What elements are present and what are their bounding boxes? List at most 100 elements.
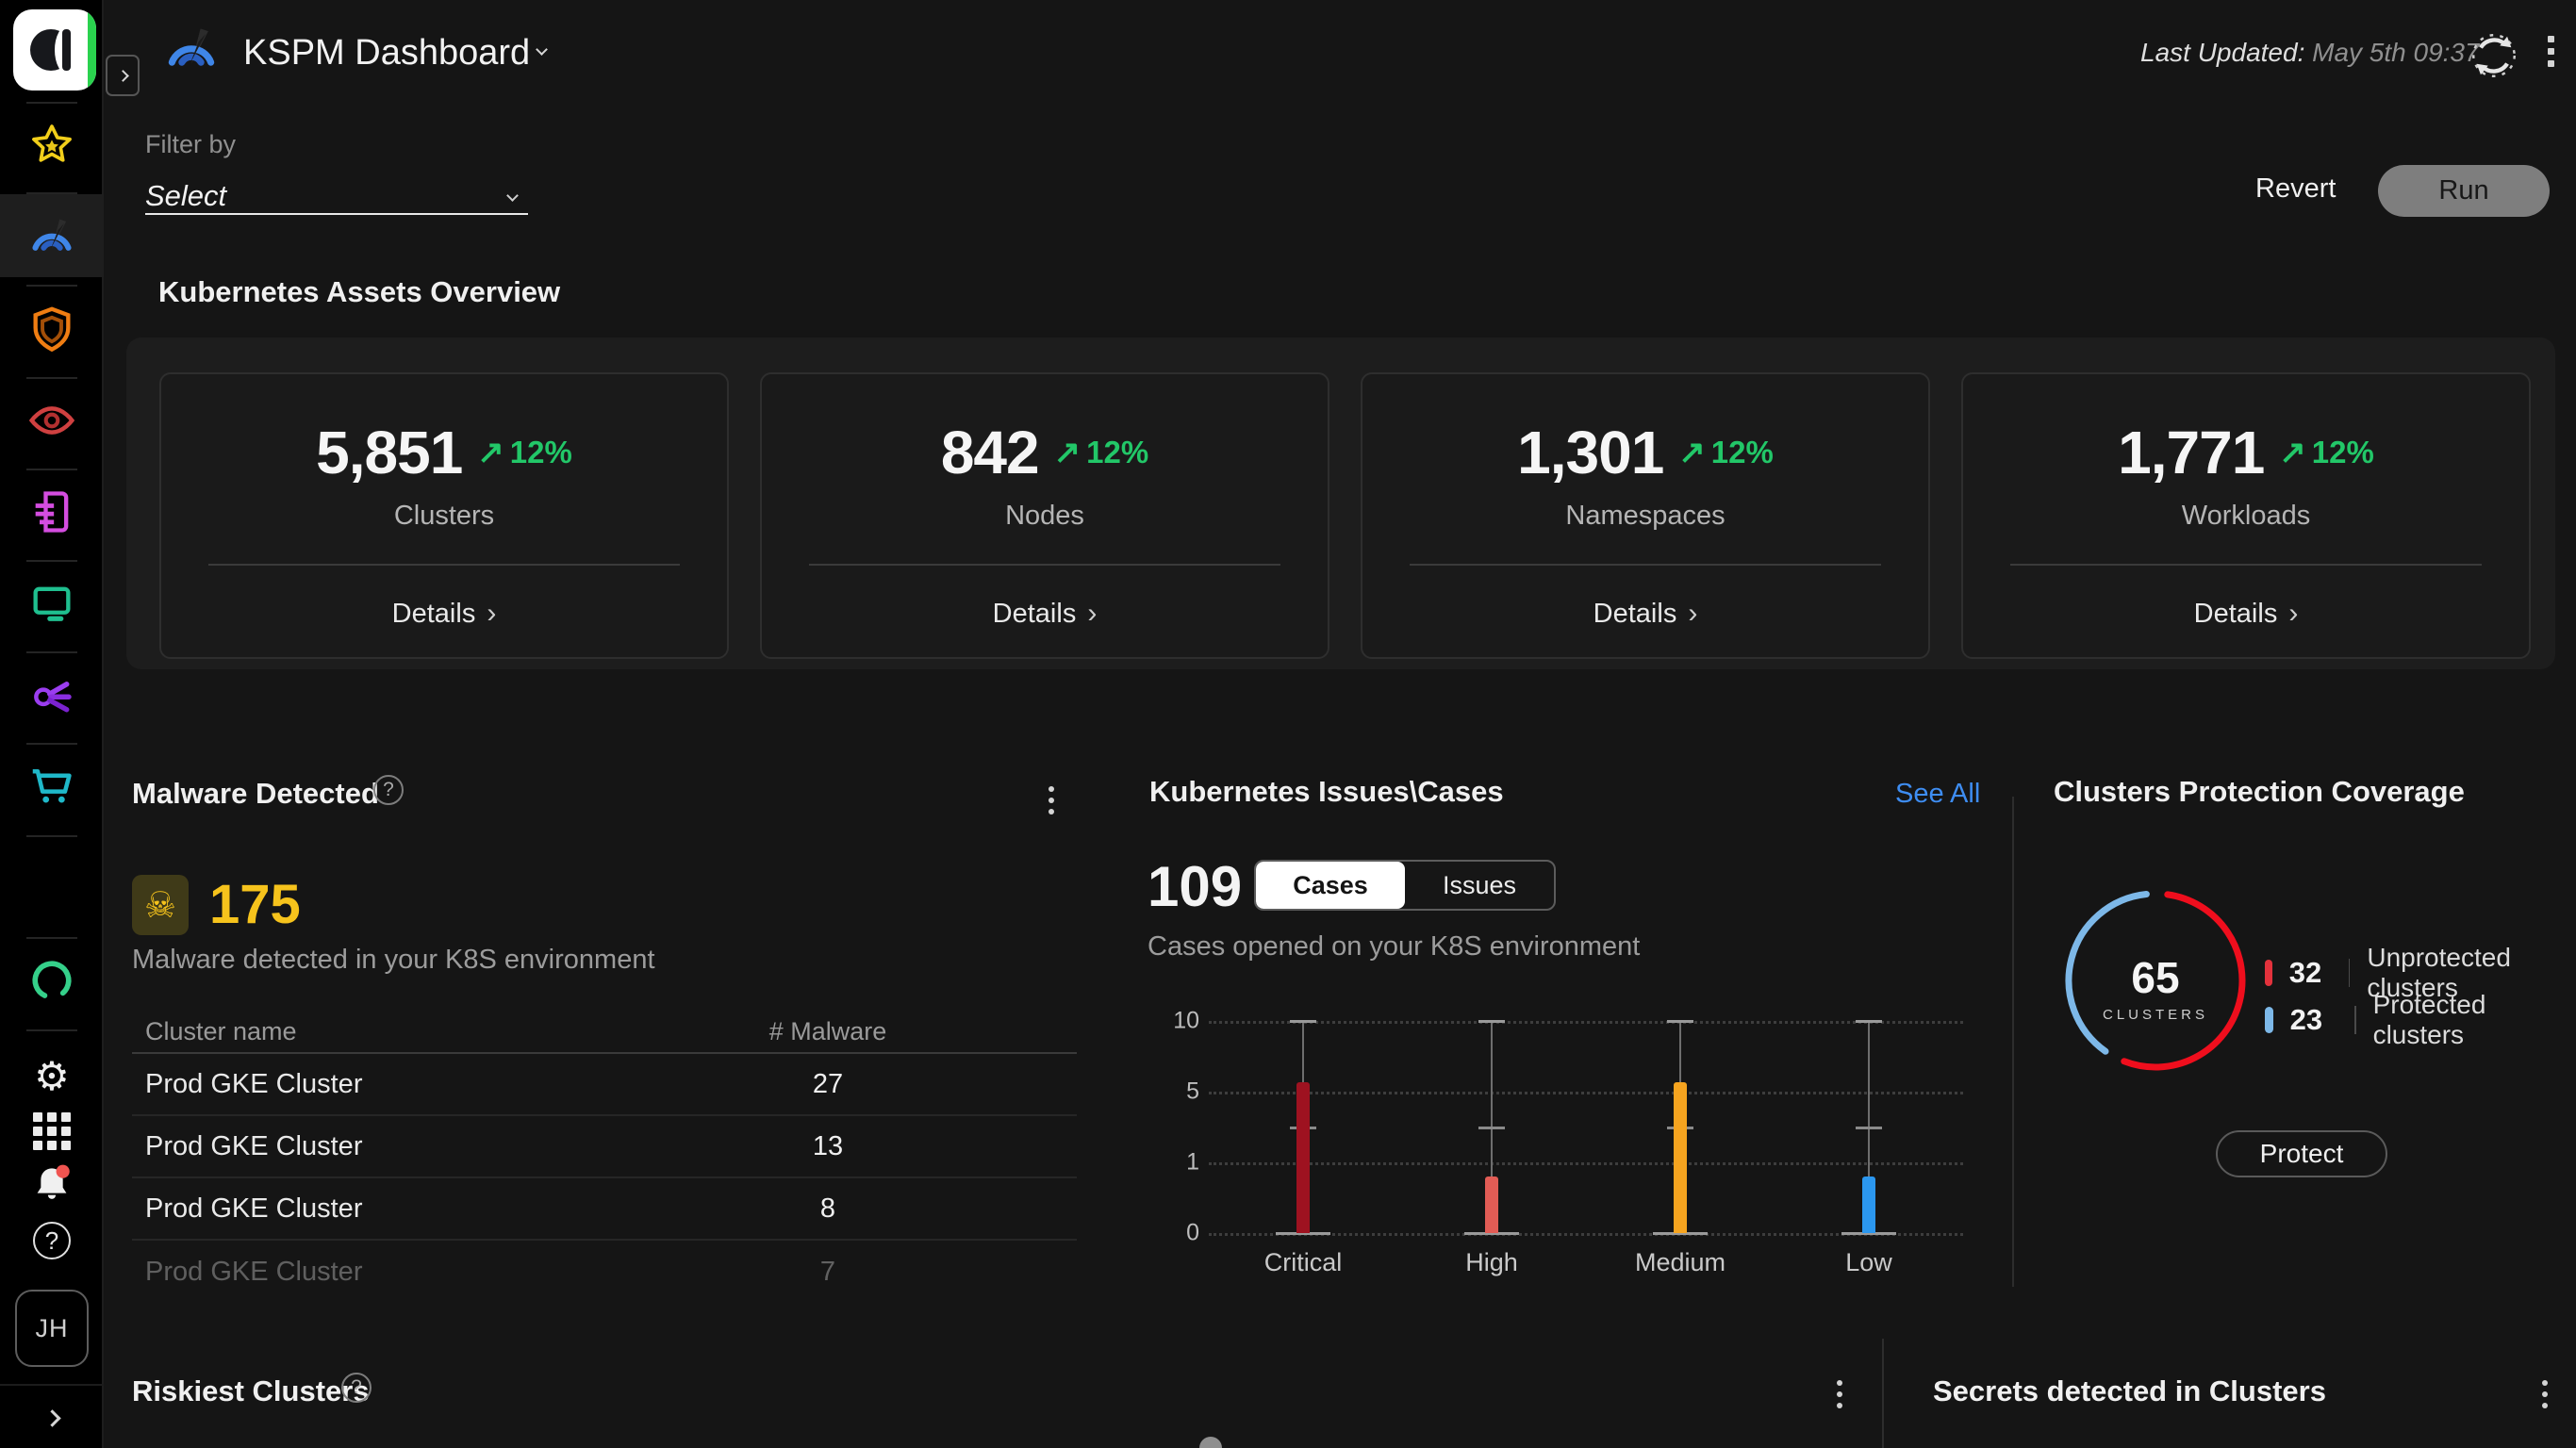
y-tick-label: 5	[1186, 1078, 1199, 1105]
refresh-icon[interactable]	[2467, 28, 2521, 83]
sidebar-item-endpoints[interactable]	[0, 562, 104, 645]
table-row[interactable]: Prod GKE Cluster 13	[132, 1116, 1077, 1178]
protect-button[interactable]: Protect	[2216, 1130, 2387, 1177]
shield-icon	[33, 306, 71, 353]
details-label: Details	[992, 598, 1077, 629]
unprotected-marker	[2265, 960, 2272, 986]
logo-accent	[88, 9, 96, 90]
star-icon	[32, 124, 72, 162]
apps-grid-icon	[33, 1112, 71, 1150]
help-icon: ?	[33, 1222, 71, 1259]
whisker-cap	[1478, 1020, 1505, 1023]
cell-cluster-name: Prod GKE Cluster	[145, 1130, 363, 1161]
assets-section: 5,851 ↗ 12% Clusters Details › 842 ↗ 12%…	[126, 337, 2555, 669]
severity-bar-high[interactable]	[1485, 1176, 1498, 1233]
sidebar-item-connections[interactable]	[0, 653, 104, 736]
x-tick-label: Low	[1845, 1248, 1892, 1276]
table-row[interactable]: Prod GKE Cluster 27	[132, 1054, 1077, 1116]
details-link[interactable]: Details ›	[2194, 598, 2299, 630]
secrets-title: Secrets detected in Clusters	[1933, 1374, 2326, 1407]
stat-label: Namespaces	[1565, 501, 1726, 531]
header-kebab-menu[interactable]	[2544, 32, 2558, 71]
whisker-cap	[1856, 1020, 1882, 1023]
cell-malware-count: 7	[819, 1256, 836, 1287]
revert-button[interactable]: Revert	[2255, 173, 2336, 205]
sidebar-item-protection[interactable]	[0, 288, 104, 370]
riskiest-title: Riskiest Clusters	[132, 1374, 370, 1407]
y-tick-label: 10	[1173, 1007, 1199, 1034]
x-tick-label: Medium	[1634, 1248, 1726, 1276]
cases-issues-toggle: Cases Issues	[1254, 860, 1556, 911]
sidebar-item-marketplace[interactable]	[0, 745, 104, 828]
col-malware-count: # Malware	[768, 1016, 887, 1045]
cart-icon	[32, 769, 72, 803]
asset-stat-card: 1,771 ↗ 12% Workloads Details ›	[1961, 372, 2531, 659]
assets-heading: Kubernetes Assets Overview	[158, 275, 561, 308]
chevron-down-icon	[506, 189, 519, 202]
sidebar-item-visibility[interactable]	[0, 379, 104, 462]
table-row[interactable]: Prod GKE Cluster 8	[132, 1178, 1077, 1241]
details-label: Details	[391, 598, 476, 629]
severity-bar-low[interactable]	[1862, 1176, 1875, 1233]
x-tick-label: Critical	[1263, 1248, 1343, 1276]
chevron-right-icon: ›	[1688, 598, 1698, 629]
chevron-right-icon: ›	[1087, 598, 1098, 629]
chevron-right-icon: ›	[2288, 598, 2299, 629]
app-logo[interactable]	[13, 9, 96, 90]
whisker-cap	[1856, 1126, 1882, 1129]
donut-center: 65 CLUSTERS	[2099, 952, 2212, 1023]
y-tick-label: 1	[1186, 1148, 1199, 1176]
malware-count: 175	[209, 874, 301, 935]
details-link[interactable]: Details ›	[392, 598, 497, 630]
last-updated-value: May 5th 09:37	[2312, 38, 2480, 67]
secrets-kebab-menu[interactable]	[2538, 1376, 2551, 1412]
panel-expand-button[interactable]	[106, 55, 140, 96]
tab-issues[interactable]: Issues	[1405, 862, 1554, 909]
malware-subtitle: Malware detected in your K8S environment	[132, 945, 655, 975]
donut-total: 65	[2131, 953, 2180, 1002]
tab-cases[interactable]: Cases	[1256, 862, 1405, 909]
severity-bar-critical[interactable]	[1296, 1081, 1310, 1233]
riskiest-kebab-menu[interactable]	[1833, 1376, 1846, 1412]
details-link[interactable]: Details ›	[993, 598, 1098, 630]
stat-label: Nodes	[1005, 501, 1084, 531]
sidebar: ⚙ ? JH	[0, 0, 104, 1448]
title-chevron-down-icon[interactable]	[536, 43, 548, 56]
chevron-right-icon: ›	[487, 598, 497, 629]
filter-select[interactable]: Select	[145, 170, 528, 215]
card-divider	[208, 564, 680, 566]
malware-help-icon[interactable]: ?	[373, 775, 404, 805]
details-link[interactable]: Details ›	[1593, 598, 1698, 630]
card-divider	[2010, 564, 2482, 566]
issues-title: Kubernetes Issues\Cases	[1149, 775, 1504, 808]
malware-title: Malware Detected	[132, 777, 379, 810]
sidebar-item-reports[interactable]	[0, 470, 104, 553]
legend-protected: 23 Protected clusters	[2265, 990, 2576, 1050]
cell-malware-count: 27	[812, 1068, 844, 1099]
protected-marker	[2265, 1007, 2273, 1033]
filter-label: Filter by	[145, 130, 237, 158]
trend-up-icon: ↗	[1053, 435, 1082, 470]
severity-bar-medium[interactable]	[1674, 1081, 1687, 1233]
table-row[interactable]: Prod GKE Cluster 7	[132, 1241, 1077, 1290]
stat-trend: ↗ 12%	[1054, 434, 1149, 471]
bottom-panel-divider	[1882, 1339, 1884, 1448]
stat-trend: ↗ 12%	[2279, 434, 2374, 471]
sidebar-item-help[interactable]: ?	[0, 1205, 104, 1276]
avatar[interactable]: JH	[15, 1290, 89, 1367]
cell-cluster-name: Prod GKE Cluster	[145, 1256, 363, 1287]
sidebar-expand-button[interactable]	[0, 1390, 104, 1446]
sidebar-item-kspm[interactable]	[0, 194, 104, 277]
details-label: Details	[2193, 598, 2278, 629]
share-network-icon	[34, 682, 72, 713]
malware-kebab-menu[interactable]	[1045, 782, 1058, 818]
x-tick-label: High	[1465, 1248, 1518, 1276]
riskiest-help-icon[interactable]: ?	[341, 1373, 372, 1403]
sidebar-item-favorites[interactable]	[0, 104, 104, 187]
gridline	[1209, 1021, 1963, 1024]
run-button[interactable]: Run	[2378, 165, 2550, 217]
see-all-link[interactable]: See All	[1895, 779, 1980, 810]
sidebar-item-compliance[interactable]	[0, 939, 104, 1022]
ring-icon	[32, 961, 72, 1000]
filter-select-value: Select	[145, 179, 227, 212]
